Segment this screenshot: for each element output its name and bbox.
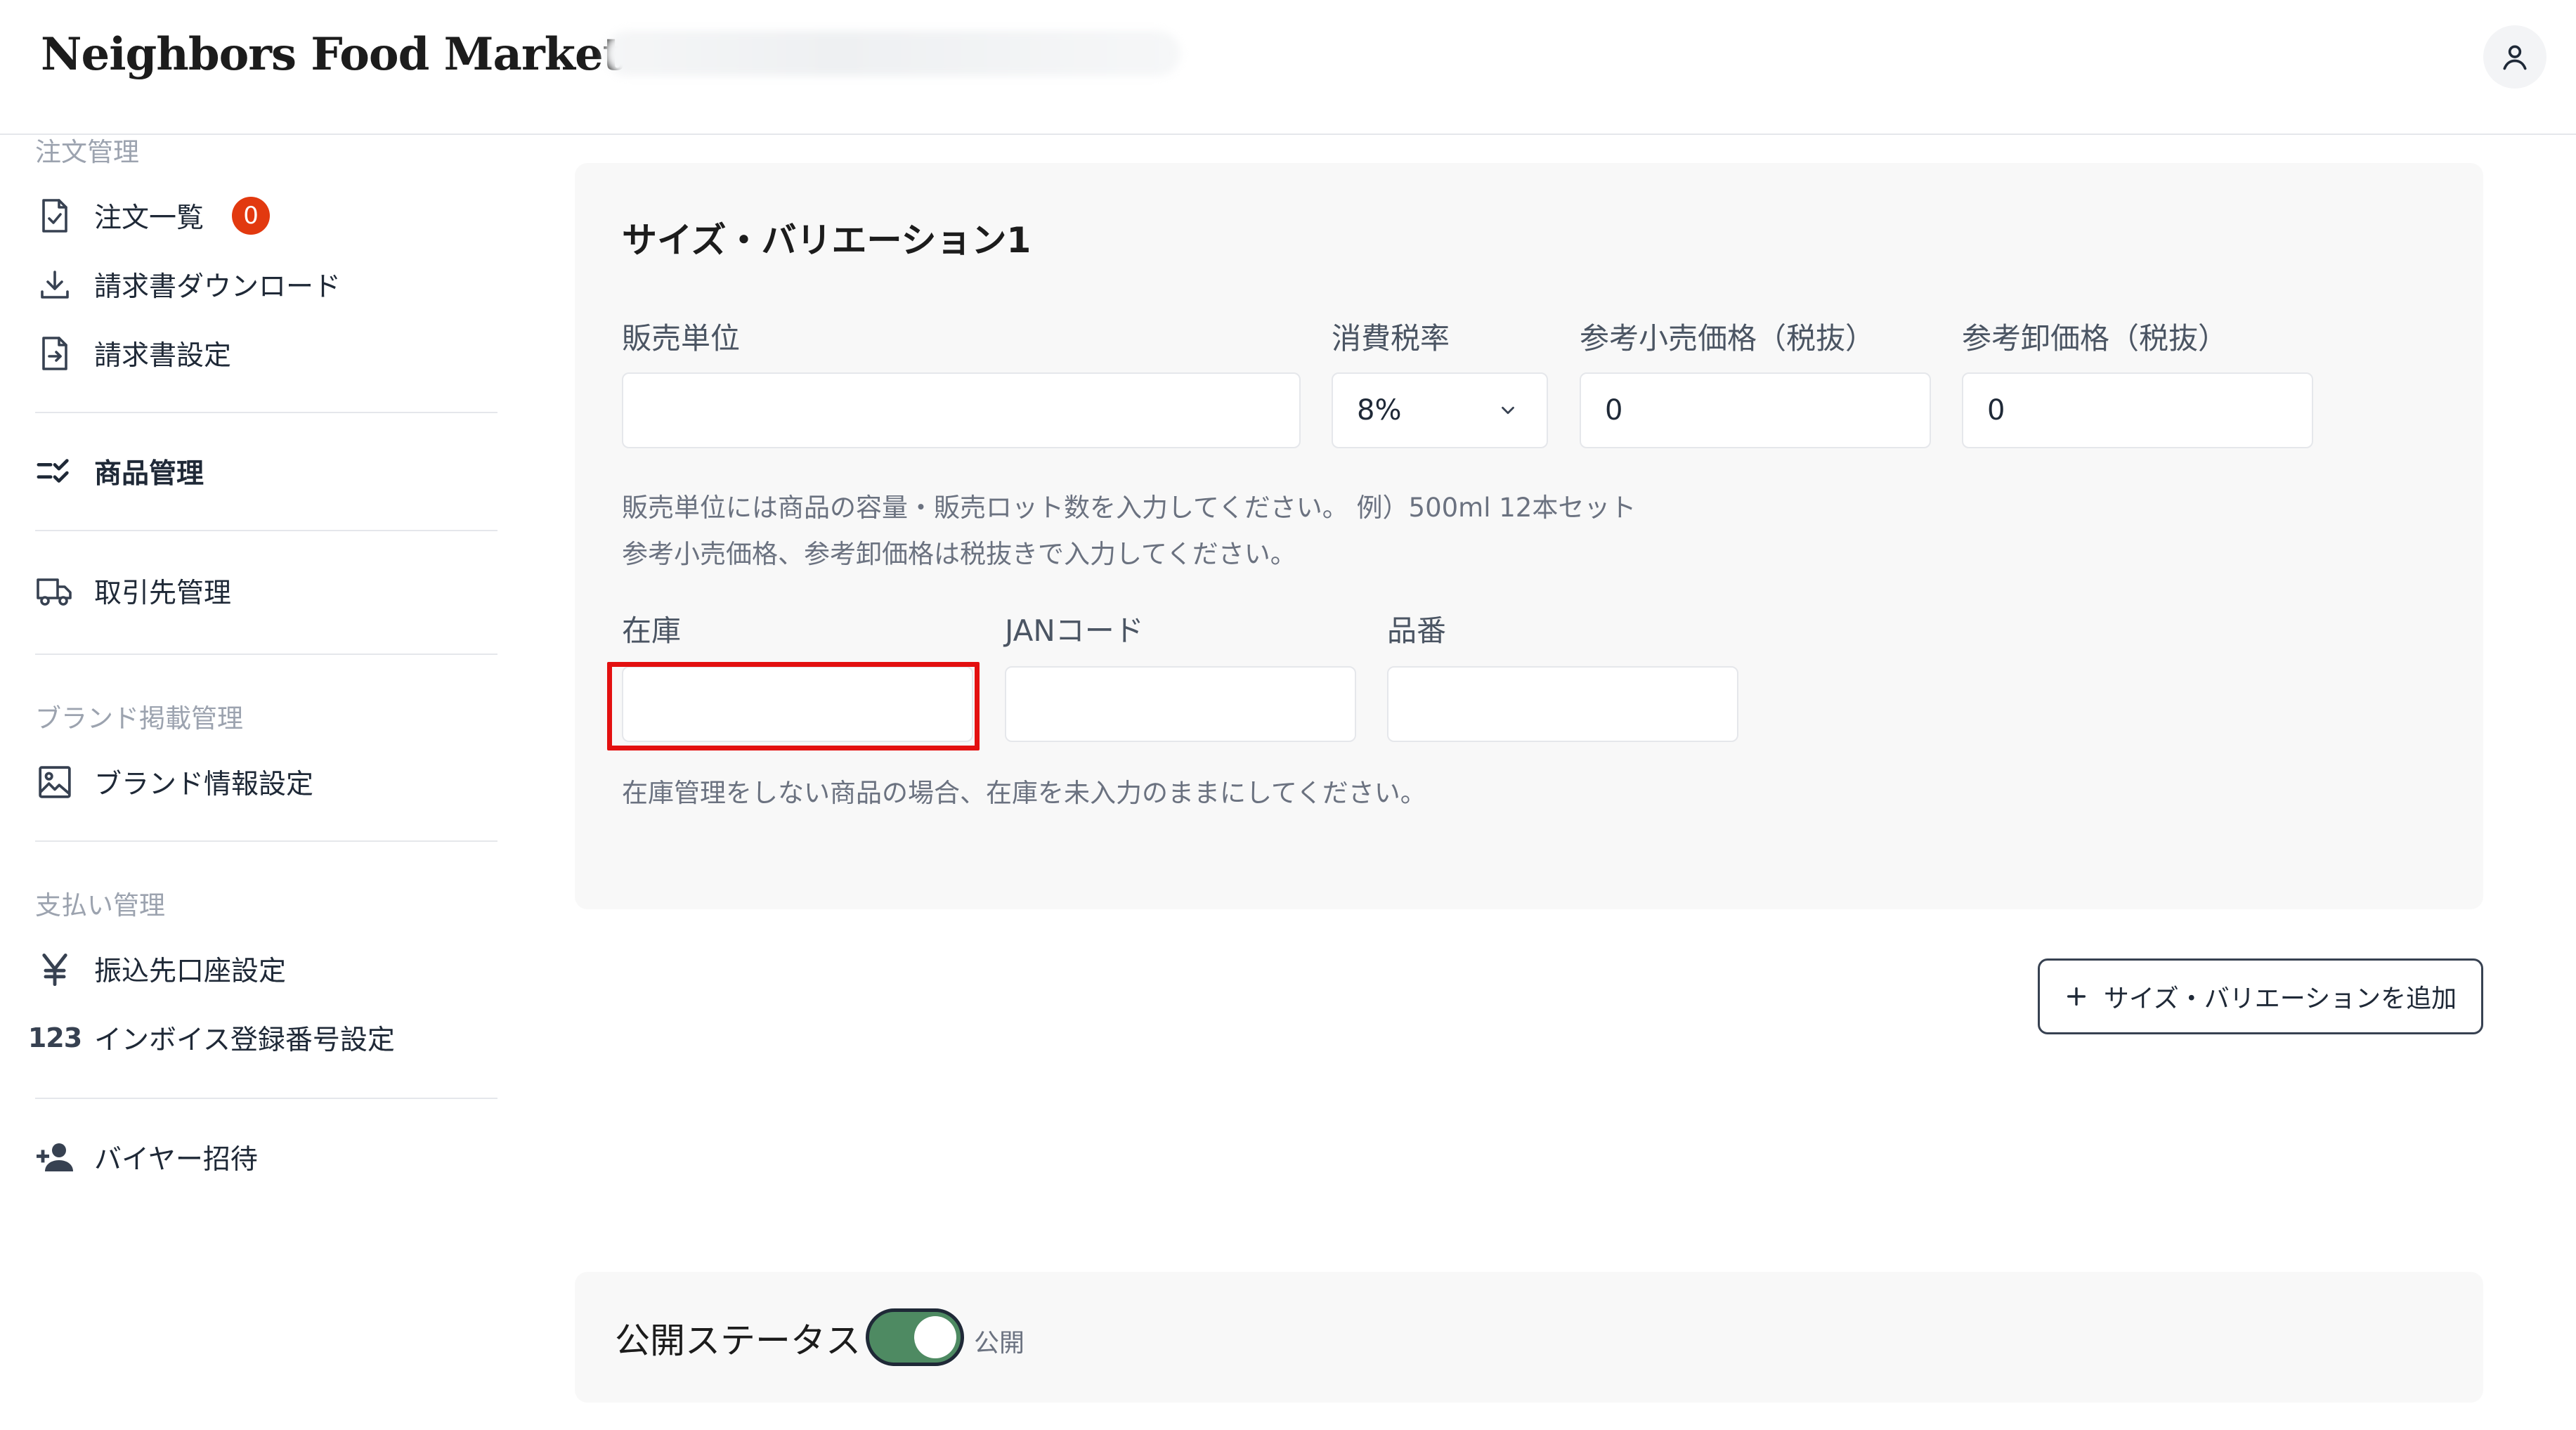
sidebar-divider [35, 654, 497, 655]
sidebar-item-buyer-invite[interactable]: バイヤー招待 [35, 1133, 258, 1182]
person-add-icon [35, 1138, 74, 1177]
publish-status-toggle[interactable] [866, 1308, 964, 1366]
chevron-down-icon [1502, 406, 1514, 415]
stock-label: 在庫 [622, 613, 682, 648]
add-size-variation-label: サイズ・バリエーションを追加 [2103, 984, 2457, 1013]
document-arrow-icon [35, 334, 74, 373]
publish-status-value: 公開 [974, 1329, 1025, 1358]
sidebar-item-customer-management[interactable]: 取引先管理 [35, 566, 231, 616]
plus-icon [2067, 987, 2086, 1006]
sidebar-divider [35, 1098, 497, 1099]
tax-rate-label: 消費税率 [1332, 321, 1450, 356]
sidebar-item-order-list[interactable]: 注文一覧 0 [35, 191, 271, 240]
add-size-variation-button[interactable]: サイズ・バリエーションを追加 [2038, 958, 2483, 1034]
top-header: Neighbors Food Market [0, 0, 2576, 135]
sidebar-item-product-management[interactable]: 商品管理 [35, 447, 204, 496]
sidebar-item-label: インボイス登録番号設定 [94, 1025, 395, 1056]
jan-code-label: JANコード [1005, 613, 1144, 648]
sidebar-item-label: 振込先口座設定 [94, 956, 287, 987]
sales-unit-label: 販売単位 [622, 321, 741, 356]
clipboard-check-icon [35, 196, 74, 235]
tax-rate-select[interactable]: 8% [1332, 372, 1548, 448]
publish-status-label: 公開ステータス [615, 1320, 861, 1361]
order-count-badge: 0 [232, 197, 271, 235]
header-blurred-content [604, 31, 1180, 76]
sidebar-item-bank-account[interactable]: 振込先口座設定 [35, 944, 286, 994]
sidebar-item-label: バイヤー招待 [94, 1144, 258, 1176]
jan-code-input[interactable] [1005, 666, 1356, 742]
yen-icon [35, 949, 74, 989]
sidebar-item-brand-info[interactable]: ブランド情報設定 [35, 758, 313, 807]
stock-input[interactable] [622, 666, 973, 742]
pricing-hint-line-2: 参考小売価格、参考卸価格は税抜きで入力してください。 [622, 539, 1296, 569]
sidebar-item-label: 注文一覧 [94, 202, 204, 234]
sidebar-item-invoice-number[interactable]: 123 インボイス登録番号設定 [27, 1013, 395, 1062]
sidebar-divider [35, 840, 497, 842]
sidebar-section-brand: ブランド掲載管理 [35, 703, 243, 734]
retail-price-input[interactable]: 0 [1580, 372, 1931, 448]
user-icon [2503, 45, 2527, 70]
sidebar-item-label: 取引先管理 [94, 578, 232, 609]
sidebar-item-label: ブランド情報設定 [94, 769, 314, 800]
sidebar-item-invoice-settings[interactable]: 請求書設定 [35, 329, 231, 378]
pricing-hint-line-1: 販売単位には商品の容量・販売ロット数を入力してください。 例）500ml 12本… [622, 493, 1637, 523]
variation-title: サイズ・バリエーション1 [622, 220, 1032, 261]
sku-label: 品番 [1387, 613, 1447, 648]
sidebar-divider [35, 412, 497, 413]
download-icon [35, 265, 74, 304]
sales-unit-input[interactable] [622, 372, 1301, 448]
checklist-icon [35, 452, 74, 491]
wholesale-price-input[interactable]: 0 [1962, 372, 2313, 448]
sidebar-section-orders: 注文管理 [35, 137, 139, 167]
brand-logo[interactable]: Neighbors Food Market [41, 28, 623, 81]
numbers-icon: 123 [27, 1022, 82, 1053]
sidebar-item-label: 請求書設定 [94, 340, 232, 372]
truck-icon [35, 571, 74, 611]
stock-hint: 在庫管理をしない商品の場合、在庫を未入力のままにしてください。 [622, 778, 1426, 808]
retail-price-label: 参考小売価格（税抜） [1580, 321, 1875, 356]
sidebar-divider [35, 530, 497, 531]
tax-rate-value: 8% [1357, 394, 1402, 427]
publish-status-panel [575, 1272, 2483, 1403]
sku-input[interactable] [1387, 666, 1738, 742]
sidebar-item-invoice-download[interactable]: 請求書ダウンロード [35, 260, 341, 309]
image-icon [35, 762, 74, 802]
sidebar-item-label: 商品管理 [94, 458, 204, 490]
toggle-knob [914, 1316, 956, 1358]
wholesale-price-label: 参考卸価格（税抜） [1962, 321, 2228, 356]
account-button[interactable] [2483, 25, 2546, 89]
sidebar-section-payment: 支払い管理 [35, 890, 165, 921]
sidebar-item-label: 請求書ダウンロード [94, 271, 341, 303]
